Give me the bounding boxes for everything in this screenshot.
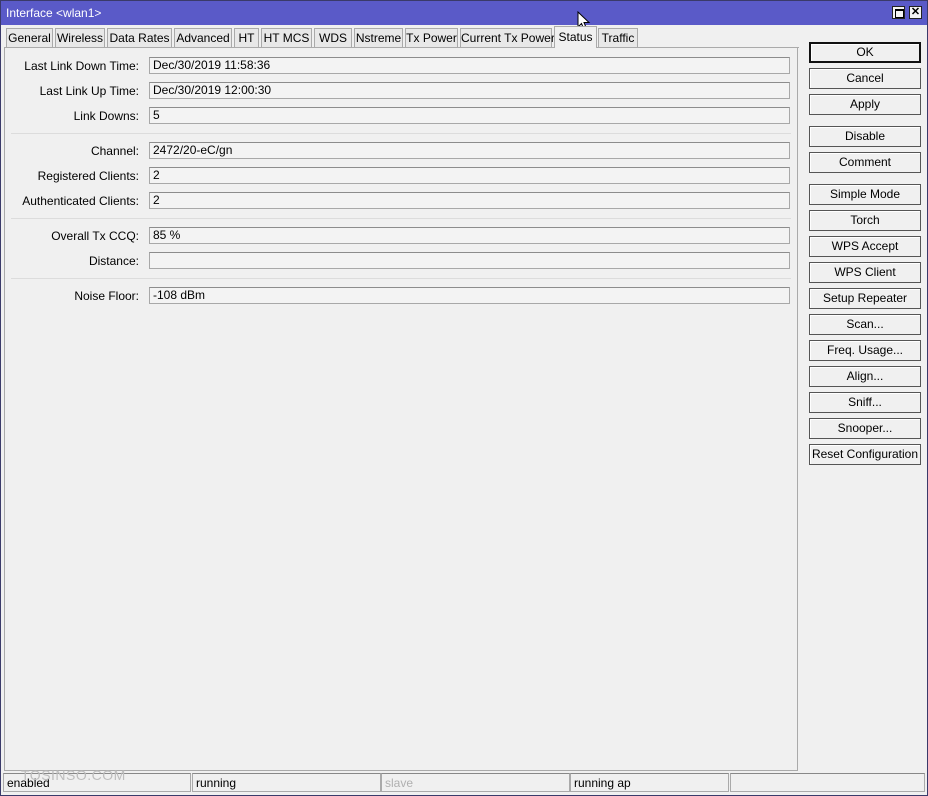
tab-advanced[interactable]: Advanced	[174, 28, 232, 47]
comment-button[interactable]: Comment	[809, 152, 921, 173]
window-title: Interface <wlan1>	[6, 6, 102, 20]
simple-mode-button[interactable]: Simple Mode	[809, 184, 921, 205]
watermark: TOSINSO.COM	[21, 767, 126, 783]
tab-traffic[interactable]: Traffic	[598, 28, 638, 47]
ok-button[interactable]: OK	[809, 42, 921, 63]
noise-floor-label: Noise Floor:	[74, 289, 139, 303]
last-link-down-time-field[interactable]: Dec/30/2019 11:58:36	[149, 57, 790, 74]
disable-button[interactable]: Disable	[809, 126, 921, 147]
close-icon: ✕	[910, 6, 921, 18]
status-empty	[730, 773, 925, 792]
status-bar: enabled running slave running ap	[3, 773, 925, 793]
noise-floor-field[interactable]: -108 dBm	[149, 287, 790, 304]
last-link-up-time-field[interactable]: Dec/30/2019 12:00:30	[149, 82, 790, 99]
tab-ht[interactable]: HT	[234, 28, 259, 47]
sniff-button[interactable]: Sniff...	[809, 392, 921, 413]
authenticated-clients-field[interactable]: 2	[149, 192, 790, 209]
interface-window: Interface <wlan1> ✕ General Wireless Dat…	[0, 0, 928, 796]
tab-wireless[interactable]: Wireless	[55, 28, 105, 47]
apply-button[interactable]: Apply	[809, 94, 921, 115]
distance-field[interactable]	[149, 252, 790, 269]
tab-data-rates[interactable]: Data Rates	[107, 28, 172, 47]
tab-nstreme[interactable]: Nstreme	[354, 28, 403, 47]
close-button[interactable]: ✕	[909, 6, 922, 19]
tab-ht-mcs[interactable]: HT MCS	[261, 28, 312, 47]
link-downs-label: Link Downs:	[73, 109, 139, 123]
last-link-down-time-label: Last Link Down Time:	[24, 59, 139, 73]
registered-clients-label: Registered Clients:	[37, 169, 139, 183]
tab-general[interactable]: General	[6, 28, 53, 47]
maximize-button[interactable]	[892, 6, 905, 19]
title-bar[interactable]: Interface <wlan1> ✕	[1, 1, 927, 25]
status-running-ap: running ap	[570, 773, 729, 792]
registered-clients-field[interactable]: 2	[149, 167, 790, 184]
tab-current-tx-power[interactable]: Current Tx Power	[460, 28, 555, 47]
status-slave: slave	[381, 773, 570, 792]
overall-tx-ccq-field[interactable]: 85 %	[149, 227, 790, 244]
status-running: running	[192, 773, 381, 792]
maximize-icon	[895, 9, 904, 18]
align-button[interactable]: Align...	[809, 366, 921, 387]
torch-button[interactable]: Torch	[809, 210, 921, 231]
separator	[11, 278, 791, 279]
overall-tx-ccq-label: Overall Tx CCQ:	[51, 229, 139, 243]
separator	[11, 218, 791, 219]
cancel-button[interactable]: Cancel	[809, 68, 921, 89]
snooper-button[interactable]: Snooper...	[809, 418, 921, 439]
freq-usage-button[interactable]: Freq. Usage...	[809, 340, 921, 361]
setup-repeater-button[interactable]: Setup Repeater	[809, 288, 921, 309]
tab-status[interactable]: Status	[554, 26, 597, 48]
last-link-up-time-label: Last Link Up Time:	[39, 84, 139, 98]
distance-label: Distance:	[88, 254, 139, 268]
wps-client-button[interactable]: WPS Client	[809, 262, 921, 283]
channel-field[interactable]: 2472/20-eC/gn	[149, 142, 790, 159]
reset-configuration-button[interactable]: Reset Configuration	[809, 444, 921, 465]
tab-wds[interactable]: WDS	[314, 28, 352, 47]
scan-button[interactable]: Scan...	[809, 314, 921, 335]
authenticated-clients-label: Authenticated Clients:	[22, 194, 139, 208]
channel-label: Channel:	[90, 144, 139, 158]
link-downs-field[interactable]: 5	[149, 107, 790, 124]
separator	[11, 133, 791, 134]
wps-accept-button[interactable]: WPS Accept	[809, 236, 921, 257]
tab-tx-power[interactable]: Tx Power	[405, 28, 458, 47]
